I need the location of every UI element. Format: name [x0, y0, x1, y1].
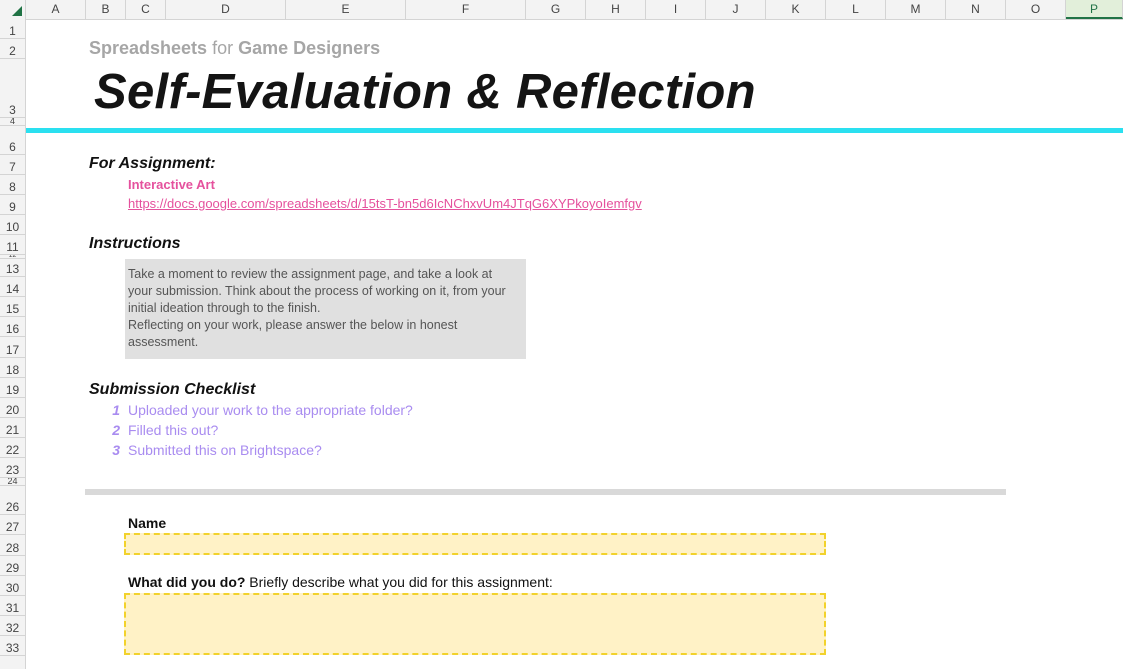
column-header-o[interactable]: O: [1006, 0, 1066, 19]
row-header[interactable]: 3: [0, 59, 25, 118]
spreadsheet: A B C D E F G H I J K L M N O P 1 2 3 4 …: [0, 0, 1123, 669]
checklist-number: 2: [112, 422, 120, 438]
instructions-line: Reflecting on your work, please answer t…: [128, 318, 458, 332]
instructions-line: assessment.: [128, 335, 199, 349]
row-header[interactable]: 26: [0, 496, 25, 515]
column-header-bar: A B C D E F G H I J K L M N O P: [0, 0, 1123, 20]
course-subtitle: Spreadsheets for Game Designers: [89, 38, 380, 59]
page-title: Self-Evaluation & Reflection: [94, 65, 756, 119]
column-header-m[interactable]: M: [886, 0, 946, 19]
instructions-line: Take a moment to review the assignment p…: [128, 267, 493, 281]
row-header[interactable]: 4: [0, 118, 25, 126]
row-header[interactable]: 16: [0, 317, 25, 337]
instructions-box: Take a moment to review the assignment p…: [125, 259, 526, 359]
row-header[interactable]: 28: [0, 535, 25, 556]
row-header[interactable]: 22: [0, 438, 25, 458]
column-header-n[interactable]: N: [946, 0, 1006, 19]
row-header[interactable]: 14: [0, 277, 25, 297]
column-header-b[interactable]: B: [86, 0, 126, 19]
column-header-e[interactable]: E: [286, 0, 406, 19]
sheet-grid[interactable]: Spreadsheets for Game Designers Self-Eva…: [26, 20, 1123, 669]
checklist-number: 3: [112, 442, 120, 458]
subtitle-right: Game Designers: [238, 38, 381, 58]
column-header-k[interactable]: K: [766, 0, 826, 19]
row-header[interactable]: 19: [0, 378, 25, 398]
row-header[interactable]: 30: [0, 576, 25, 596]
row-header[interactable]: 17: [0, 337, 25, 358]
row-header[interactable]: 11: [0, 235, 25, 255]
row-header[interactable]: 31: [0, 596, 25, 616]
row-header[interactable]: 2: [0, 39, 25, 59]
assignment-link[interactable]: https://docs.google.com/spreadsheets/d/1…: [128, 196, 642, 211]
checklist-heading: Submission Checklist: [89, 381, 256, 398]
question-bold: What did you do?: [128, 574, 246, 590]
row-header[interactable]: 9: [0, 195, 25, 215]
column-header-l[interactable]: L: [826, 0, 886, 19]
checklist-item: Uploaded your work to the appropriate fo…: [128, 402, 413, 418]
row-header[interactable]: 27: [0, 515, 25, 535]
checklist-item: Filled this out?: [128, 422, 219, 438]
gray-divider: [85, 489, 1006, 495]
row-header[interactable]: 18: [0, 358, 25, 378]
row-header[interactable]: 20: [0, 398, 25, 418]
instructions-heading: Instructions: [89, 235, 181, 252]
what-did-you-do-field[interactable]: [124, 593, 826, 655]
row-header[interactable]: 13: [0, 259, 25, 277]
row-header[interactable]: 21: [0, 418, 25, 438]
question-what-did-you-do: What did you do? Briefly describe what y…: [128, 574, 553, 590]
column-header-h[interactable]: H: [586, 0, 646, 19]
name-field[interactable]: [124, 533, 826, 555]
row-header[interactable]: 29: [0, 556, 25, 576]
question-rest: Briefly describe what you did for this a…: [245, 574, 553, 590]
row-header[interactable]: 1: [0, 19, 25, 39]
column-header-c[interactable]: C: [126, 0, 166, 19]
row-header[interactable]: 23: [0, 458, 25, 478]
column-header-j[interactable]: J: [706, 0, 766, 19]
column-header-p[interactable]: P: [1066, 0, 1123, 19]
cyan-divider: [26, 128, 1123, 133]
column-header-f[interactable]: F: [406, 0, 526, 19]
row-header[interactable]: 15: [0, 297, 25, 317]
checklist-number: 1: [112, 402, 120, 418]
instructions-line: your submission. Think about the process…: [128, 284, 506, 298]
row-header[interactable]: 10: [0, 215, 25, 235]
row-header[interactable]: 32: [0, 616, 25, 636]
assignment-heading: For Assignment:: [89, 155, 216, 172]
row-header[interactable]: 24: [0, 478, 25, 486]
subtitle-left: Spreadsheets: [89, 38, 208, 58]
subtitle-mid: for: [212, 38, 234, 58]
row-header[interactable]: 8: [0, 175, 25, 195]
name-label: Name: [128, 515, 167, 531]
row-header[interactable]: 7: [0, 155, 25, 175]
column-header-i[interactable]: I: [646, 0, 706, 19]
instructions-line: initial ideation through to the finish.: [128, 301, 321, 315]
assignment-name: Interactive Art: [128, 177, 215, 192]
select-all-icon: [12, 6, 22, 16]
row-header[interactable]: 33: [0, 636, 25, 656]
row-header-bar: 1 2 3 4 6 7 8 9 10 11 12 13 14 15 16 17 …: [0, 19, 26, 669]
select-all-button[interactable]: [0, 0, 26, 19]
column-header-d[interactable]: D: [166, 0, 286, 19]
column-header-a[interactable]: A: [26, 0, 86, 19]
checklist-item: Submitted this on Brightspace?: [128, 442, 322, 458]
row-header[interactable]: 6: [0, 134, 25, 155]
column-header-g[interactable]: G: [526, 0, 586, 19]
